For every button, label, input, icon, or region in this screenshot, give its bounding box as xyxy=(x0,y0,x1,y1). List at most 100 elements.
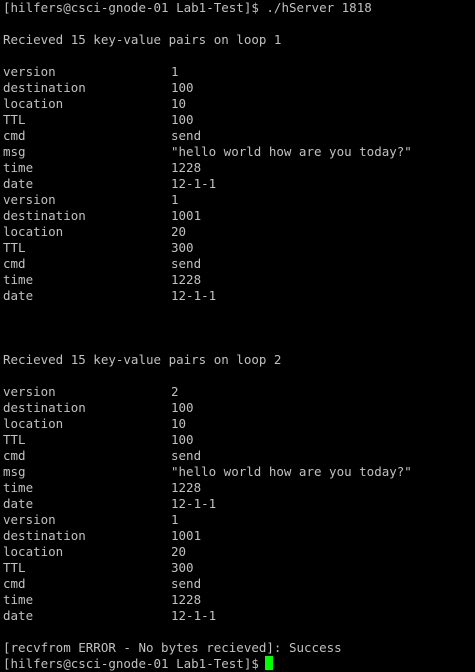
kv-row: msg "hello world how are you today?" xyxy=(3,464,475,480)
kv-key: TTL xyxy=(3,560,26,575)
kv-row: cmd send xyxy=(3,576,475,592)
kv-key: time xyxy=(3,272,34,287)
kv-row: location 20 xyxy=(3,224,475,240)
kv-row: time 1228 xyxy=(3,160,475,176)
command-prompt-line: [hilfers@csci-gnode-01 Lab1-Test]$ ./hSe… xyxy=(3,0,372,15)
kv-row: date 12-1-1 xyxy=(3,288,475,304)
kv-key: date xyxy=(3,608,34,623)
kv-key: version xyxy=(3,384,56,399)
kv-row: location 10 xyxy=(3,96,475,112)
kv-value: send xyxy=(171,256,202,271)
kv-value: 12-1-1 xyxy=(171,176,217,191)
kv-row: cmd send xyxy=(3,448,475,464)
kv-key: location xyxy=(3,544,64,559)
kv-key: date xyxy=(3,496,34,511)
kv-key: destination xyxy=(3,528,86,543)
kv-value: 2 xyxy=(171,384,179,399)
kv-row: time 1228 xyxy=(3,592,475,608)
kv-value: 10 xyxy=(171,416,187,431)
kv-key: version xyxy=(3,192,56,207)
kv-key: destination xyxy=(3,400,86,415)
kv-key: TTL xyxy=(3,432,26,447)
kv-value: send xyxy=(171,128,202,143)
kv-row: time 1228 xyxy=(3,272,475,288)
kv-value: 1 xyxy=(171,512,179,527)
kv-row: TTL 100 xyxy=(3,112,475,128)
kv-value: 1001 xyxy=(171,208,202,223)
kv-row: destination 100 xyxy=(3,80,475,96)
kv-key: location xyxy=(3,96,64,111)
kv-row: TTL 300 xyxy=(3,240,475,256)
kv-row: date 12-1-1 xyxy=(3,496,475,512)
loop-header: Recieved 15 key-value pairs on loop 1 xyxy=(3,32,282,47)
kv-row: version 2 xyxy=(3,384,475,400)
kv-value: 1 xyxy=(171,64,179,79)
kv-key: cmd xyxy=(3,576,26,591)
terminal-window[interactable]: [hilfers@csci-gnode-01 Lab1-Test]$ ./hSe… xyxy=(0,0,475,671)
kv-key: cmd xyxy=(3,128,26,143)
kv-value: 12-1-1 xyxy=(171,496,217,511)
kv-value: 100 xyxy=(171,112,194,127)
kv-row: TTL 100 xyxy=(3,432,475,448)
kv-key: TTL xyxy=(3,240,26,255)
kv-row: version 1 xyxy=(3,512,475,528)
kv-value: 10 xyxy=(171,96,187,111)
kv-row: destination 1001 xyxy=(3,208,475,224)
kv-key: destination xyxy=(3,80,86,95)
output-loops: Recieved 15 key-value pairs on loop 1 ver… xyxy=(3,32,475,640)
kv-value: 1001 xyxy=(171,528,202,543)
kv-value: 100 xyxy=(171,80,194,95)
kv-key: msg xyxy=(3,464,26,479)
kv-value: 12-1-1 xyxy=(171,608,217,623)
kv-key: cmd xyxy=(3,256,26,271)
kv-value: 1228 xyxy=(171,160,202,175)
kv-row: TTL 300 xyxy=(3,560,475,576)
kv-row: location 20 xyxy=(3,544,475,560)
error-line: [recvfrom ERROR - No bytes recieved]: Su… xyxy=(3,640,342,655)
kv-key: version xyxy=(3,512,56,527)
kv-key: time xyxy=(3,592,34,607)
cursor-block xyxy=(264,656,273,670)
kv-value: 1228 xyxy=(171,272,202,287)
kv-value: "hello world how are you today?" xyxy=(171,144,412,159)
kv-row: msg "hello world how are you today?" xyxy=(3,144,475,160)
kv-value: 20 xyxy=(171,544,187,559)
kv-row: location 10 xyxy=(3,416,475,432)
kv-key: TTL xyxy=(3,112,26,127)
kv-row: cmd send xyxy=(3,128,475,144)
kv-row: date 12-1-1 xyxy=(3,176,475,192)
kv-value: 1 xyxy=(171,192,179,207)
kv-value: send xyxy=(171,448,202,463)
final-prompt-line[interactable]: [hilfers@csci-gnode-01 Lab1-Test]$ xyxy=(3,656,475,672)
kv-row: destination 100 xyxy=(3,400,475,416)
kv-value: 12-1-1 xyxy=(171,288,217,303)
kv-value: 300 xyxy=(171,560,194,575)
kv-key: time xyxy=(3,160,34,175)
kv-row: version 1 xyxy=(3,64,475,80)
loop-header: Recieved 15 key-value pairs on loop 2 xyxy=(3,352,282,367)
kv-row: destination 1001 xyxy=(3,528,475,544)
kv-value: 20 xyxy=(171,224,187,239)
kv-value: "hello world how are you today?" xyxy=(171,464,412,479)
kv-row: time 1228 xyxy=(3,480,475,496)
kv-row: cmd send xyxy=(3,256,475,272)
kv-value: send xyxy=(171,576,202,591)
kv-key: location xyxy=(3,416,64,431)
kv-value: 100 xyxy=(171,400,194,415)
kv-row: date 12-1-1 xyxy=(3,608,475,624)
kv-value: 300 xyxy=(171,240,194,255)
kv-value: 1228 xyxy=(171,592,202,607)
kv-value: 100 xyxy=(171,432,194,447)
kv-key: time xyxy=(3,480,34,495)
kv-key: date xyxy=(3,176,34,191)
kv-key: cmd xyxy=(3,448,26,463)
final-prompt-text: [hilfers@csci-gnode-01 Lab1-Test]$ xyxy=(3,656,259,671)
kv-key: version xyxy=(3,64,56,79)
